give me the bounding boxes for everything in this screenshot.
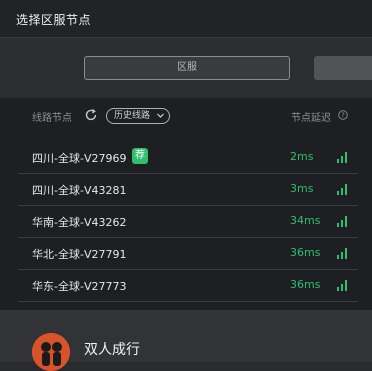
- recommended-badge: 荐: [132, 148, 148, 164]
- node-ping: 34ms: [290, 214, 321, 227]
- history-routes-button[interactable]: 历史线路: [106, 108, 170, 124]
- node-row[interactable]: 华南-全球-V43262 34ms: [18, 205, 358, 238]
- region-select-button[interactable]: 区服: [84, 56, 290, 80]
- window-title: 选择区服节点: [16, 13, 92, 27]
- node-name: 华东-全球-V27773: [32, 280, 127, 293]
- node-ping: 2ms: [290, 150, 314, 163]
- node-row[interactable]: 华北-全球-V27791 36ms: [18, 237, 358, 270]
- node-ping: 36ms: [290, 278, 321, 291]
- help-icon[interactable]: ?: [338, 110, 348, 120]
- game-avatar: [32, 333, 70, 371]
- node-ping: 3ms: [290, 182, 314, 195]
- signal-icon: [337, 248, 347, 259]
- node-name: 四川-全球-V27969: [32, 152, 127, 165]
- delay-label: 节点延迟: [291, 113, 331, 124]
- node-row[interactable]: 华东-全球-V27773 36ms: [18, 269, 358, 302]
- refresh-icon[interactable]: [84, 108, 98, 122]
- node-row[interactable]: 四川-全球-V27969 荐 2ms: [18, 141, 358, 174]
- history-routes-label: 历史线路: [114, 111, 151, 121]
- node-name: 四川-全球-V43281: [32, 184, 127, 197]
- chevron-down-icon: [157, 113, 164, 118]
- signal-icon: [337, 216, 347, 227]
- signal-icon: [337, 184, 347, 195]
- game-cover-icon: [32, 333, 70, 371]
- node-row[interactable]: 四川-全球-V43281 3ms: [18, 173, 358, 206]
- node-name: 华北-全球-V27791: [32, 248, 127, 261]
- signal-icon: [337, 152, 347, 163]
- node-name: 华南-全球-V43262: [32, 216, 127, 229]
- svg-text:?: ?: [341, 112, 345, 120]
- route-label: 线路节点: [32, 113, 72, 124]
- signal-icon: [337, 280, 347, 291]
- game-title: 双人成行: [84, 342, 140, 358]
- confirm-button[interactable]: [314, 56, 372, 80]
- node-ping: 36ms: [290, 246, 321, 259]
